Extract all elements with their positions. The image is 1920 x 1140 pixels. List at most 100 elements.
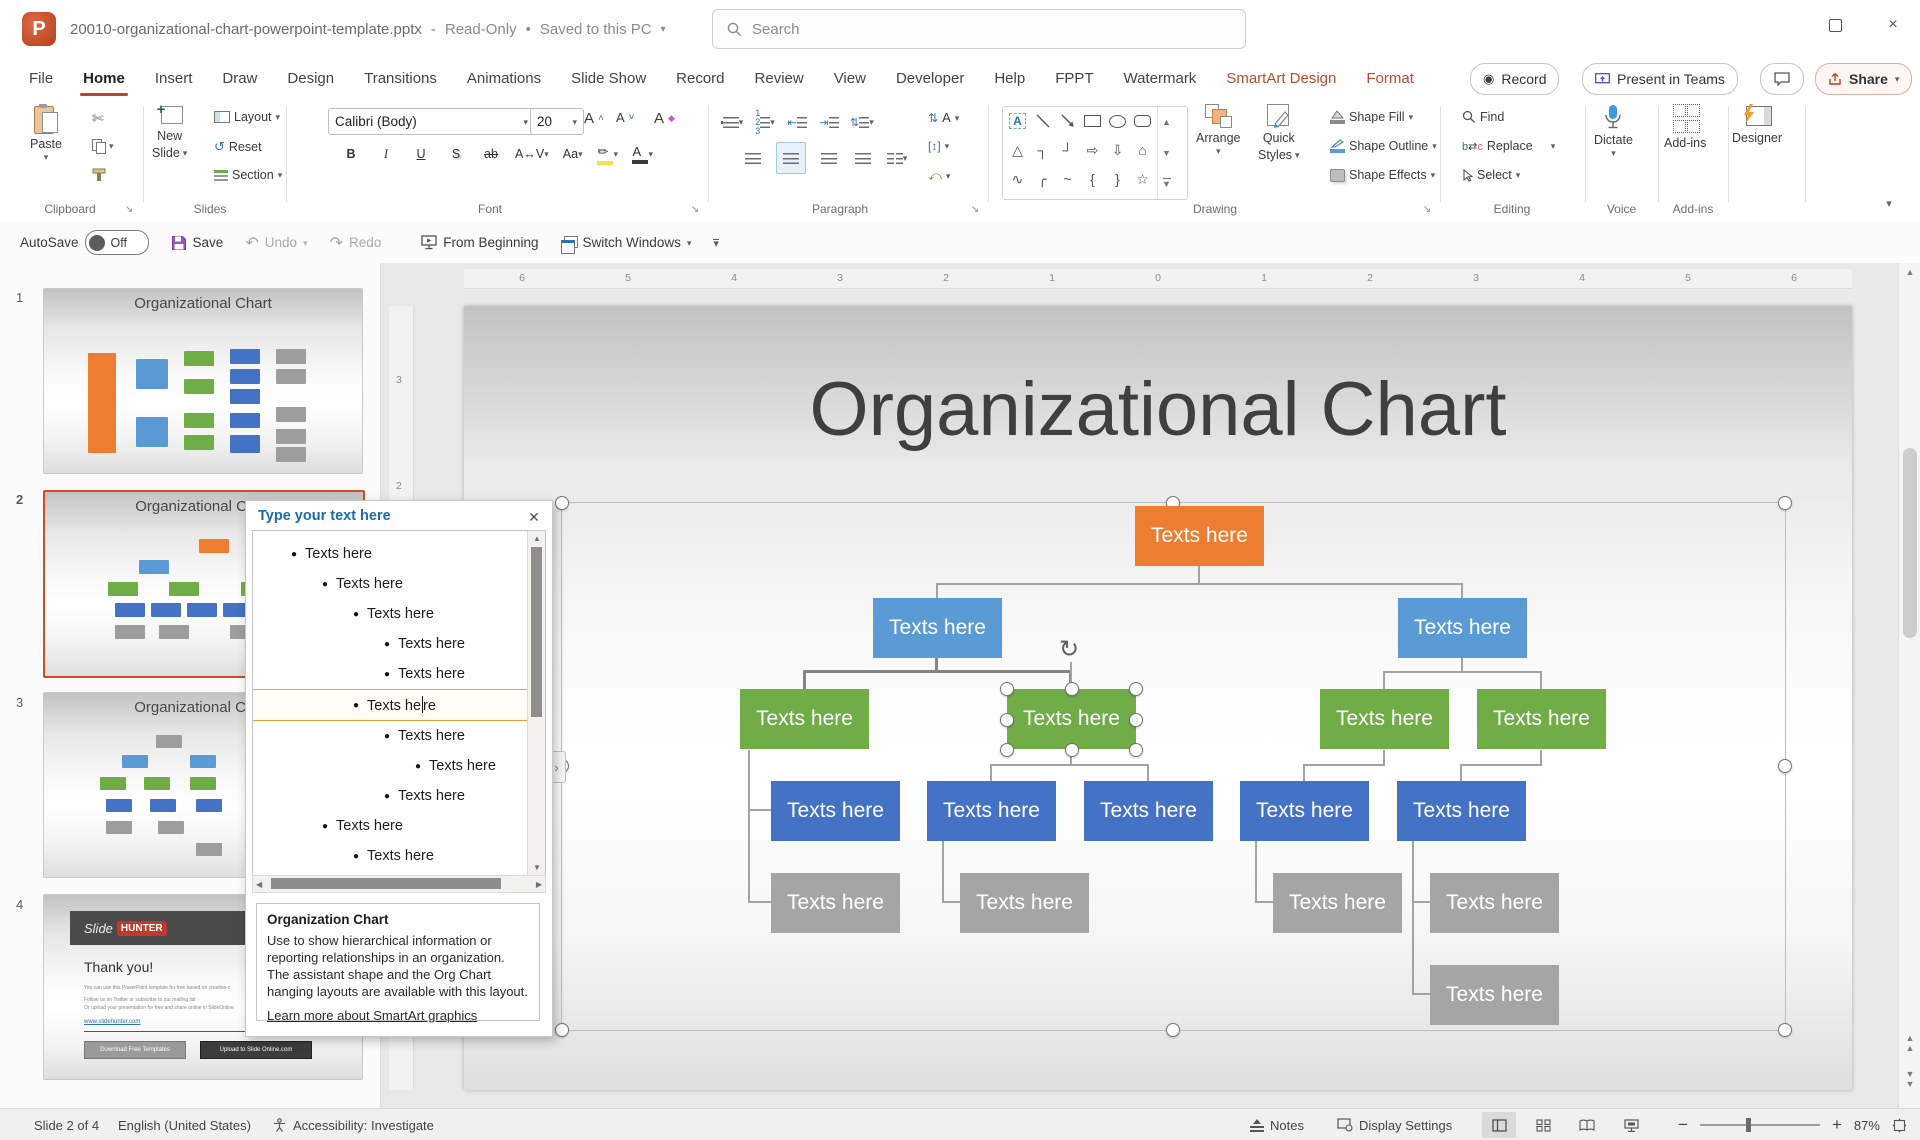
- text-pane-item-level4[interactable]: ●Texts here: [253, 659, 528, 689]
- save-button[interactable]: Save: [171, 235, 224, 251]
- tab-slide-show[interactable]: Slide Show: [556, 58, 661, 98]
- strikethrough-button[interactable]: ab: [480, 142, 502, 166]
- node-handle-bottom-center[interactable]: [1065, 743, 1079, 757]
- org-node-blue-e[interactable]: Texts here: [1397, 781, 1526, 841]
- columns-button[interactable]: ▾: [886, 146, 908, 170]
- org-node-blue-d[interactable]: Texts here: [1240, 781, 1369, 841]
- text-pane-item-level4[interactable]: ●Texts here: [253, 629, 528, 659]
- tab-smartart-design[interactable]: SmartArt Design: [1211, 58, 1351, 98]
- shape-right-brace[interactable]: }: [1105, 166, 1130, 192]
- switch-windows-button[interactable]: Switch Windows▾: [561, 235, 692, 250]
- tab-fppt[interactable]: FPPT: [1040, 58, 1108, 98]
- increase-indent-button[interactable]: ⇥: [818, 110, 840, 134]
- zoom-level[interactable]: 87%: [1854, 1118, 1880, 1133]
- frame-handle-bottom-right[interactable]: [1778, 1023, 1792, 1037]
- undo-button[interactable]: ↶ Undo▾: [245, 233, 307, 253]
- decrease-font-size-button[interactable]: A˅: [616, 110, 635, 125]
- frame-handle-mid-right[interactable]: [1778, 759, 1792, 773]
- scrollbar-thumb[interactable]: [1903, 448, 1917, 638]
- org-node-gray-3[interactable]: Texts here: [1273, 873, 1402, 933]
- org-node-green-4[interactable]: Texts here: [1477, 689, 1606, 749]
- paste-button[interactable]: Paste▾: [30, 104, 62, 160]
- tab-developer[interactable]: Developer: [881, 58, 979, 98]
- increase-font-size-button[interactable]: A˄: [584, 110, 604, 127]
- zoom-slider-thumb[interactable]: [1746, 1118, 1751, 1132]
- shape-fill-button[interactable]: Shape Fill▾: [1330, 110, 1413, 124]
- tab-record[interactable]: Record: [661, 58, 739, 98]
- tab-home[interactable]: Home: [68, 58, 140, 98]
- text-pane-hscrollbar[interactable]: ◀ ▶: [252, 875, 546, 893]
- shape-down-arrow[interactable]: ⇩: [1105, 137, 1130, 163]
- scroll-up-arrow[interactable]: ▲: [1899, 267, 1920, 277]
- drawing-dialog-launcher[interactable]: ↘: [1420, 202, 1434, 216]
- zoom-slider[interactable]: [1700, 1124, 1820, 1126]
- zoom-in-button[interactable]: +: [1832, 1115, 1842, 1135]
- text-pane-vscrollbar[interactable]: ▲ ▼: [527, 531, 545, 875]
- text-shadow-button[interactable]: S: [445, 142, 467, 166]
- align-text-button[interactable]: [↕]▾: [928, 139, 949, 153]
- org-node-root[interactable]: Texts here: [1135, 506, 1264, 566]
- select-button[interactable]: Select▾: [1462, 168, 1520, 182]
- underline-button[interactable]: U: [410, 142, 432, 166]
- display-settings-button[interactable]: Display Settings: [1337, 1109, 1452, 1140]
- tab-design[interactable]: Design: [272, 58, 349, 98]
- tab-draw[interactable]: Draw: [207, 58, 272, 98]
- shape-scribble[interactable]: ∿: [1005, 166, 1030, 192]
- shape-elbow-arrow-connector[interactable]: ┘: [1055, 137, 1080, 163]
- layout-button[interactable]: Layout▾: [214, 110, 280, 124]
- shape-rounded-rectangle[interactable]: [1130, 108, 1155, 134]
- language-indicator[interactable]: English (United States): [118, 1109, 251, 1140]
- align-left-button[interactable]: [742, 146, 764, 170]
- search-input[interactable]: Search: [712, 9, 1246, 49]
- shape-right-arrow[interactable]: ⇨: [1080, 137, 1105, 163]
- learn-more-link[interactable]: Learn more about SmartArt graphics: [267, 1008, 477, 1023]
- org-node-gray-2[interactable]: Texts here: [960, 873, 1089, 933]
- align-right-button[interactable]: [818, 146, 840, 170]
- shape-line[interactable]: [1030, 108, 1055, 134]
- shape-triangle[interactable]: △: [1005, 137, 1030, 163]
- slide-sorter-view-button[interactable]: [1526, 1112, 1560, 1138]
- text-pane-item-level4[interactable]: ●Texts here: [253, 781, 528, 811]
- zoom-out-button[interactable]: −: [1678, 1115, 1688, 1135]
- comments-button[interactable]: [1760, 63, 1804, 95]
- text-pane-close-icon[interactable]: ✕: [524, 507, 544, 527]
- shape-left-brace[interactable]: {: [1080, 166, 1105, 192]
- node-handle-top-center[interactable]: [1065, 682, 1079, 696]
- org-node-green-2-selected[interactable]: Texts here: [1007, 689, 1136, 749]
- designer-button[interactable]: Designer: [1732, 104, 1782, 145]
- org-node-gray-5[interactable]: Texts here: [1430, 965, 1559, 1025]
- saved-chevron-icon[interactable]: ▾: [661, 24, 666, 35]
- italic-button[interactable]: I: [375, 142, 397, 166]
- frame-handle-bottom-center[interactable]: [1166, 1023, 1180, 1037]
- text-pane-item-level2[interactable]: ●Texts here: [253, 811, 528, 841]
- shapes-scroll-down[interactable]: ▼: [1158, 138, 1175, 169]
- tab-view[interactable]: View: [819, 58, 881, 98]
- tab-watermark[interactable]: Watermark: [1109, 58, 1212, 98]
- org-node-gray-1[interactable]: Texts here: [771, 873, 900, 933]
- hscroll-left-icon[interactable]: ◀: [256, 880, 262, 889]
- frame-handle-bottom-left[interactable]: [555, 1023, 569, 1037]
- font-size-select[interactable]: 20▾: [530, 108, 584, 135]
- shapes-scroll-up[interactable]: ▲: [1158, 107, 1175, 138]
- org-node-blue-b[interactable]: Texts here: [927, 781, 1056, 841]
- previous-slide-button[interactable]: ▲▲: [1899, 1033, 1920, 1053]
- find-button[interactable]: Find: [1462, 110, 1504, 124]
- copy-button[interactable]: ▾: [92, 139, 114, 153]
- cut-button[interactable]: ✄: [92, 110, 104, 127]
- reset-button[interactable]: ↺Reset: [214, 139, 262, 155]
- node-handle-top-right[interactable]: [1129, 682, 1143, 696]
- font-dialog-launcher[interactable]: ↘: [688, 202, 702, 216]
- collapse-ribbon-button[interactable]: ▾: [1878, 194, 1900, 212]
- org-node-level2-right[interactable]: Texts here: [1398, 598, 1527, 658]
- text-pane-item-level2[interactable]: ●Texts here: [253, 569, 528, 599]
- org-node-gray-4[interactable]: Texts here: [1430, 873, 1559, 933]
- vscroll-down-icon[interactable]: ▼: [533, 863, 541, 872]
- convert-to-smartart-button[interactable]: ⤺▾: [928, 168, 950, 184]
- slide-thumbnail-1[interactable]: Organizational Chart: [43, 288, 363, 474]
- add-ins-button[interactable]: Add-ins: [1664, 104, 1706, 150]
- bold-button[interactable]: B: [340, 142, 362, 166]
- frame-handle-top-left[interactable]: [555, 496, 569, 510]
- vscroll-up-icon[interactable]: ▲: [533, 534, 541, 543]
- node-handle-bottom-left[interactable]: [1000, 743, 1014, 757]
- paragraph-dialog-launcher[interactable]: ↘: [968, 202, 982, 216]
